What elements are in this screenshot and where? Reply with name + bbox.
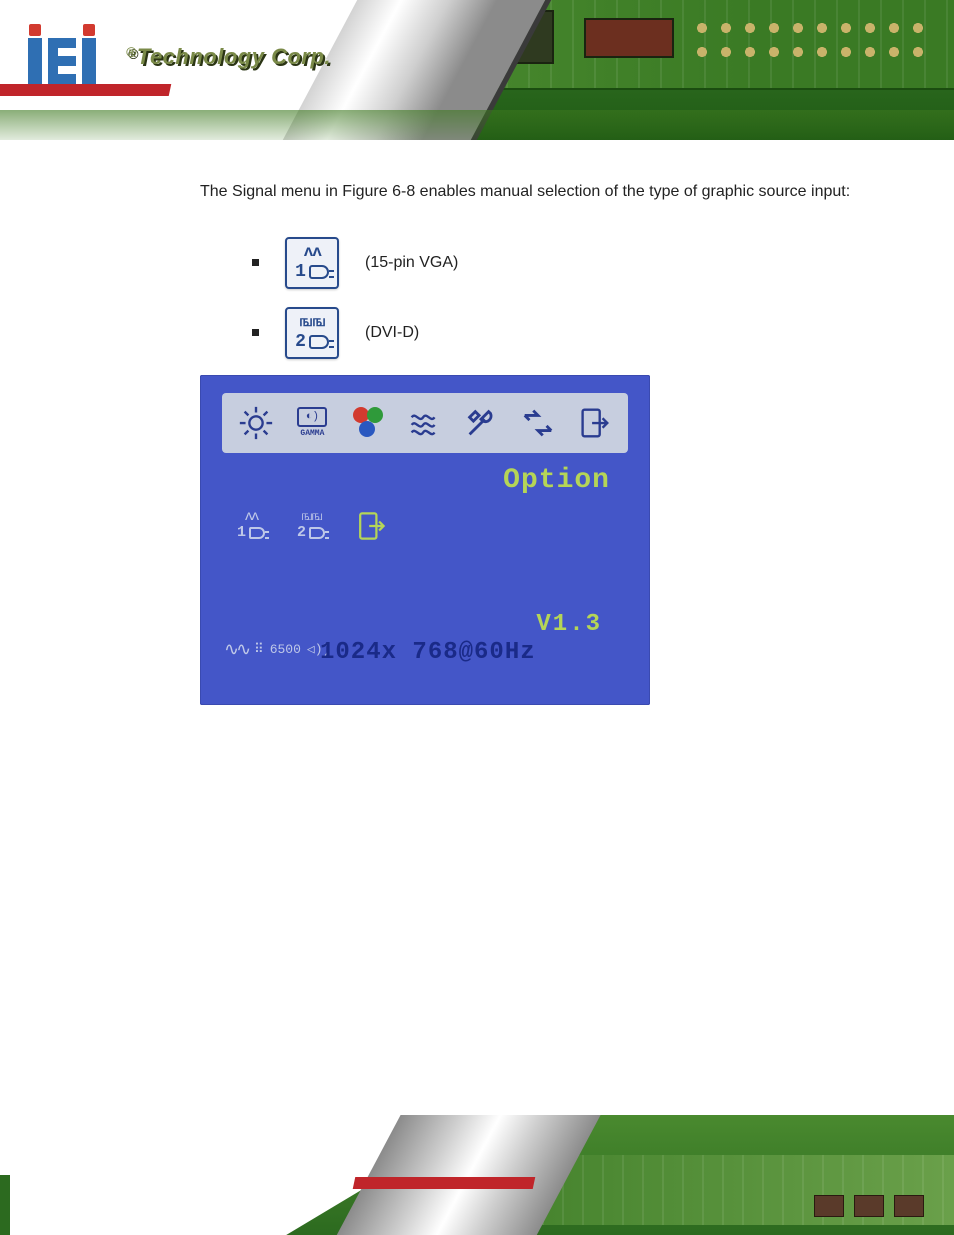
bullet-marker-icon: [252, 259, 259, 266]
screen-adjust-icon: [403, 401, 447, 445]
bullet-list: ᴧᴧ 1 (15-pin VGA) ஙங 2 (DVI-D): [252, 235, 864, 361]
header-banner: ®Technology Corp.: [0, 0, 954, 140]
tools-icon: [459, 401, 503, 445]
gamma-icon: ◐)GAMMA: [290, 401, 334, 445]
footer-dot: [62, 1195, 70, 1203]
color-rgb-icon: [347, 401, 391, 445]
osd-version: V1.3: [536, 611, 602, 638]
input-output-icon: [516, 401, 560, 445]
osd-status-icons: ∿∿⠿6500◁)): [224, 639, 330, 661]
signal-source-1-icon: ᴧᴧ 1: [285, 237, 339, 289]
banner-red-stripe: [0, 84, 171, 96]
banner-fade: [0, 110, 954, 140]
bullet-marker-icon: [252, 329, 259, 336]
bullet-item-vga: ᴧᴧ 1 (15-pin VGA): [252, 235, 864, 291]
content-area: The Signal menu in Figure 6-8 enables ma…: [200, 175, 864, 705]
document-page: ®Technology Corp. The Signal menu in Fig…: [0, 0, 954, 1235]
exit-icon: [572, 401, 616, 445]
signal-source-2-icon: ஙங 2: [285, 307, 339, 359]
osd-figure: ◐)GAMMA: [200, 375, 650, 705]
osd-option-row: ᴧᴧ 1 ஙங 2: [230, 505, 392, 547]
osd-source-2-icon: ஙங 2: [290, 505, 332, 547]
bullet-label: (DVI-D): [365, 324, 419, 342]
bullet-label: (15-pin VGA): [365, 254, 458, 272]
pcb-pads: [694, 20, 924, 70]
osd-menu-bar: ◐)GAMMA: [222, 393, 628, 453]
brand-logo-block: ®Technology Corp.: [28, 30, 331, 84]
iei-logo: [28, 30, 112, 84]
footer-banner: [0, 1115, 954, 1235]
osd-menu-title: Option: [503, 465, 610, 496]
footer-left-edge: [0, 1175, 10, 1235]
footer-chips: [814, 1195, 924, 1217]
osd-source-1-icon: ᴧᴧ 1: [230, 505, 272, 547]
intro-paragraph: The Signal menu in Figure 6-8 enables ma…: [200, 175, 864, 209]
brand-text: ®Technology Corp.: [126, 44, 331, 70]
footer-red-stripe: [353, 1177, 536, 1189]
bullet-item-dvi: ஙங 2 (DVI-D): [252, 305, 864, 361]
osd-resolution: 1024x 768@60Hz: [320, 639, 536, 666]
brightness-icon: [234, 401, 278, 445]
osd-exit-option-icon: [350, 505, 392, 547]
